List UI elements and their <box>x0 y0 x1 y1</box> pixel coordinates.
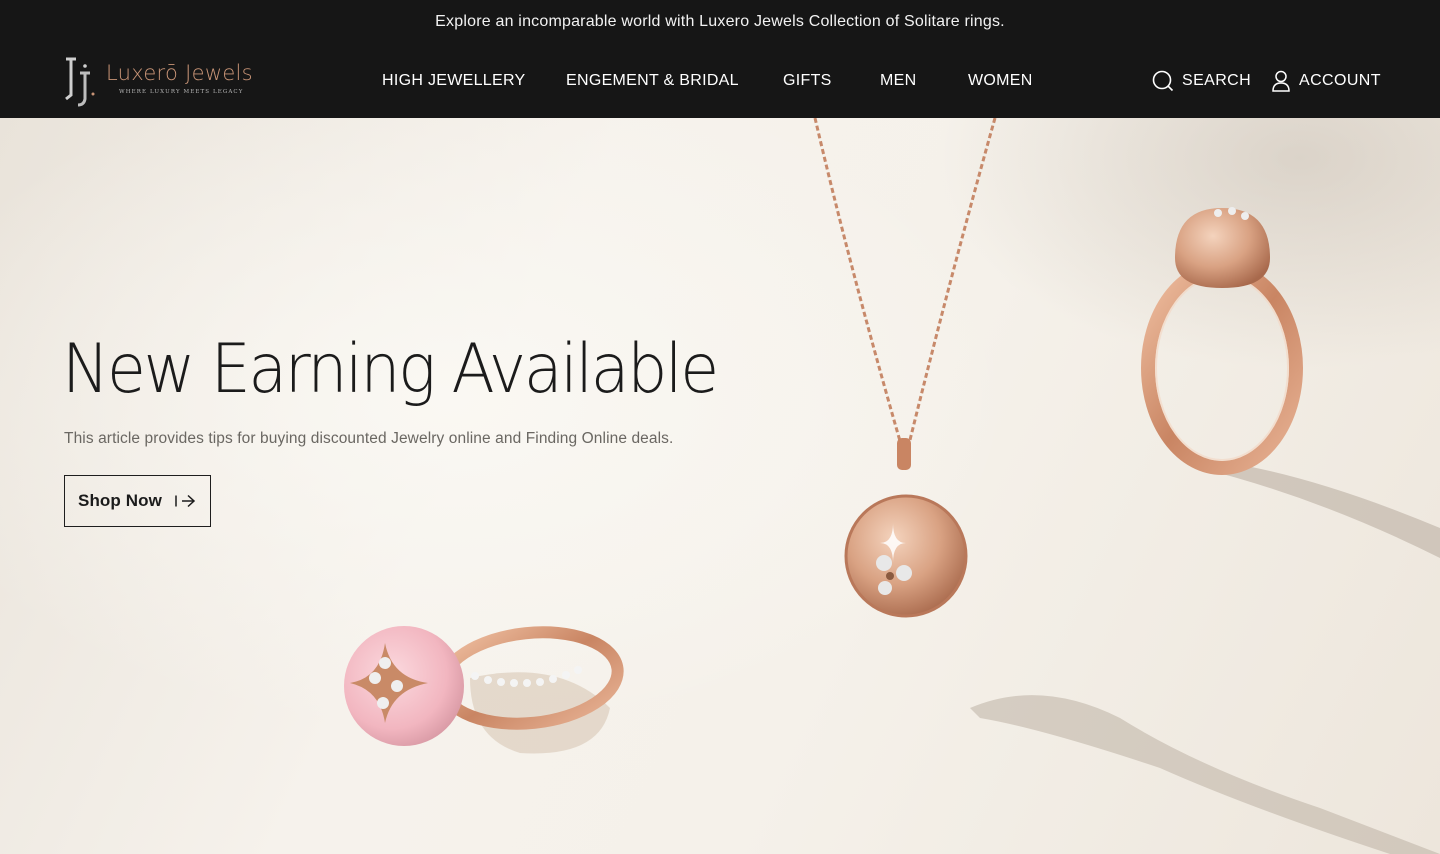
site-header: Explore an incomparable world with Luxer… <box>0 0 1440 118</box>
shop-now-label: Shop Now <box>78 491 162 510</box>
account-button[interactable]: ACCOUNT <box>1271 70 1381 92</box>
search-button[interactable]: SEARCH <box>1152 70 1251 92</box>
brand-logo[interactable]: Luxerō Jewels WHERE LUXURY MEETS LEGACY <box>62 55 253 107</box>
nav-item-gifts[interactable]: GIFTS <box>783 72 832 90</box>
search-icon <box>1152 70 1174 92</box>
hero-title: New Earning Available <box>62 330 719 409</box>
nav-item-high-jewellery[interactable]: HIGH JEWELLERY <box>382 72 526 90</box>
brand-name: Luxerō Jewels <box>106 61 253 85</box>
hero-banner: New Earning Available This article provi… <box>0 118 1440 854</box>
account-label: ACCOUNT <box>1299 72 1381 89</box>
logo-monogram-icon <box>65 57 95 107</box>
hero-subtitle: This article provides tips for buying di… <box>64 430 674 447</box>
brand-tagline: WHERE LUXURY MEETS LEGACY <box>119 89 244 95</box>
user-icon <box>1272 70 1290 92</box>
announcement-bar: Explore an incomparable world with Luxer… <box>435 13 1005 30</box>
shop-now-button[interactable]: Shop Now <box>64 475 211 527</box>
nav-item-women[interactable]: WOMEN <box>968 72 1033 90</box>
nav-item-men[interactable]: MEN <box>880 72 916 90</box>
jewelry-photo <box>344 118 1440 854</box>
search-label: SEARCH <box>1182 72 1252 89</box>
arrow-right-icon <box>175 494 196 508</box>
nav-item-engagement-bridal[interactable]: ENGEMENT & BRIDAL <box>566 72 739 90</box>
